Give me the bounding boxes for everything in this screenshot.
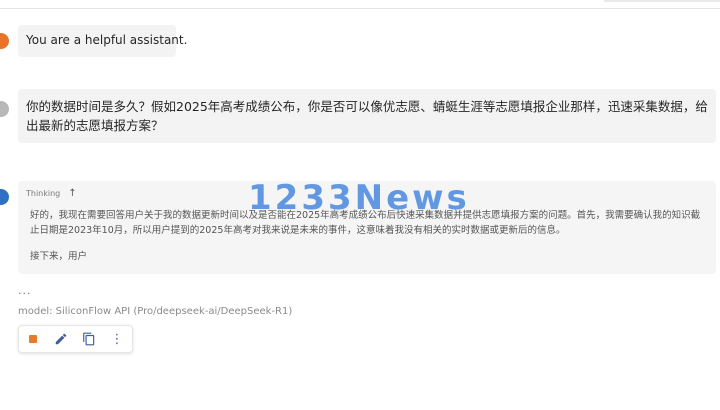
top-tab[interactable]: [604, 0, 720, 2]
more-button[interactable]: ⋮: [103, 325, 131, 353]
system-message-text: You are a helpful assistant.: [26, 33, 188, 47]
more-vert-icon: ⋮: [110, 331, 124, 347]
assistant-avatar: [0, 189, 9, 205]
message-action-bar: ⋮: [18, 325, 133, 353]
stop-button[interactable]: [19, 325, 47, 353]
copy-button[interactable]: [75, 325, 103, 353]
user-message-text: 你的数据时间是多久？假如2025年高考成绩公布，你是否可以像优志愿、蜻蜓生涯等志…: [26, 99, 708, 133]
user-avatar: [0, 101, 9, 117]
copy-icon: [83, 332, 95, 346]
edit-button[interactable]: [47, 325, 75, 353]
model-info: model: SiliconFlow API (Pro/deepseek-ai/…: [18, 306, 293, 317]
user-message: 你的数据时间是多久？假如2025年高考成绩公布，你是否可以像优志愿、蜻蜓生涯等志…: [18, 89, 716, 143]
edit-icon: [55, 333, 67, 345]
arrow-up-icon[interactable]: ↑: [68, 188, 76, 199]
ellipsis: ...: [18, 284, 32, 297]
watermark-logo: 1233News: [248, 178, 470, 218]
thinking-text-continued: 接下来，用户: [30, 251, 88, 262]
system-avatar: [0, 33, 9, 49]
stop-icon: [29, 335, 37, 343]
system-message: You are a helpful assistant.: [18, 25, 187, 57]
thinking-label: Thinking: [26, 188, 61, 198]
